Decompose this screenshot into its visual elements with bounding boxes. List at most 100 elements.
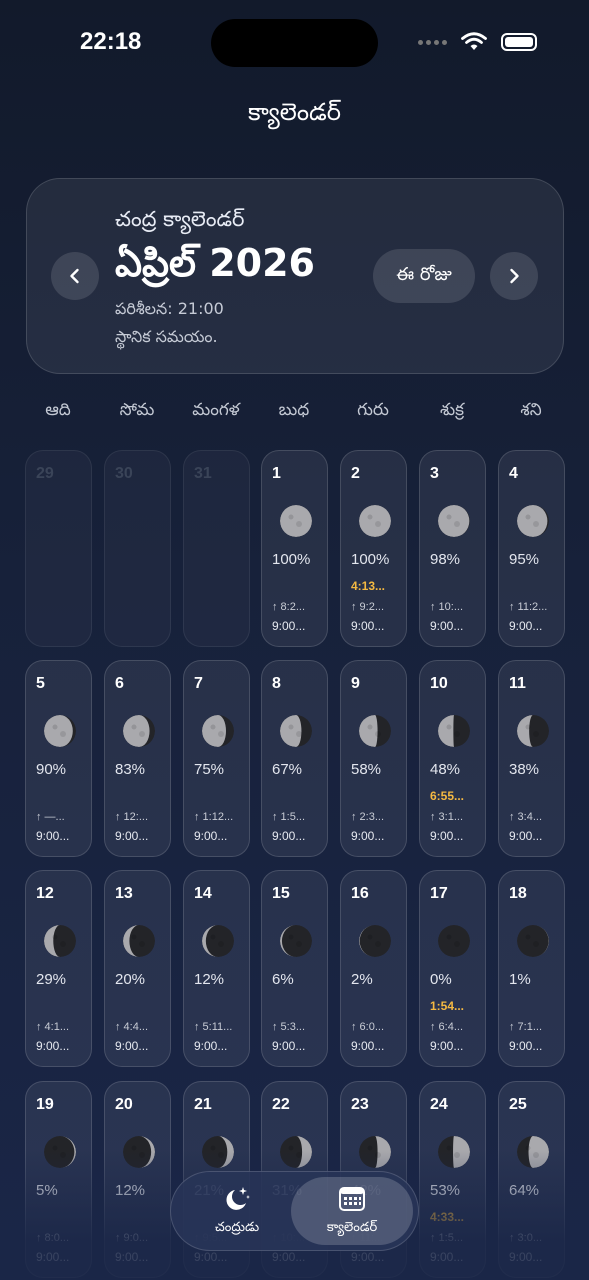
tab-label: చంద్రుడు (214, 1220, 260, 1235)
day-cell[interactable]: 19 5% ↑ 8:0... 9:00... (25, 1081, 92, 1278)
illumination-percent: 38% (509, 761, 540, 778)
phase-event-time: 6:55... (430, 789, 465, 803)
day-number: 6 (115, 675, 124, 692)
moon-phase-icon (359, 715, 391, 747)
moon-phase-icon (517, 1136, 549, 1168)
day-cell[interactable]: 24 53% 4:33... ↑ 1:5... 9:00... (419, 1081, 486, 1278)
moonset-time: 9:00... (351, 1039, 385, 1053)
day-cell[interactable]: 14 12% ↑ 5:11... 9:00... (183, 870, 250, 1067)
moonrise-time: ↑ 5:3... (272, 1021, 306, 1033)
illumination-percent: 6% (272, 971, 294, 988)
day-cell[interactable]: 25 64% ↑ 3:0... 9:00... (498, 1081, 565, 1278)
day-number: 2 (351, 465, 360, 482)
day-cell[interactable]: 17 0% 1:54... ↑ 6:4... 9:00... (419, 870, 486, 1067)
day-cell[interactable]: 8 67% ↑ 1:5... 9:00... (261, 660, 328, 857)
illumination-percent: 20% (115, 971, 146, 988)
moon-phase-icon (517, 505, 549, 537)
moonset-time: 9:00... (430, 1250, 464, 1264)
moonset-time: 9:00... (351, 1250, 385, 1264)
moonrise-time: ↑ 8:0... (36, 1232, 70, 1244)
moon-phase-icon (202, 1136, 234, 1168)
day-cell[interactable]: 10 48% 6:55... ↑ 3:1... 9:00... (419, 660, 486, 857)
moonrise-time: ↑ 3:4... (509, 811, 543, 823)
day-cell[interactable]: 30 (104, 450, 171, 647)
moonset-time: 9:00... (509, 829, 543, 843)
moon-phase-icon (44, 1136, 76, 1168)
moon-stars-icon (226, 1187, 250, 1210)
tab-calendar[interactable]: క్యాలెండర్ (291, 1177, 413, 1245)
day-number: 21 (194, 1096, 212, 1113)
day-number: 24 (430, 1096, 448, 1113)
day-number: 25 (509, 1096, 527, 1113)
day-number: 1 (272, 465, 281, 482)
phase-event-time: 1:54... (430, 999, 465, 1013)
day-cell[interactable]: 6 83% ↑ 12:... 9:00... (104, 660, 171, 857)
day-cell[interactable]: 31 (183, 450, 250, 647)
moonrise-time: ↑ 9:0... (115, 1232, 149, 1244)
day-cell[interactable]: 18 1% ↑ 7:1... 9:00... (498, 870, 565, 1067)
moonrise-time: ↑ 1:5... (272, 811, 306, 823)
moonrise-time: ↑ 7:1... (509, 1021, 543, 1033)
day-cell[interactable]: 20 12% ↑ 9:0... 9:00... (104, 1081, 171, 1278)
day-number: 17 (430, 885, 448, 902)
moon-phase-icon (123, 715, 155, 747)
moon-phase-icon (517, 715, 549, 747)
moonset-time: 9:00... (272, 829, 306, 843)
moonset-time: 9:00... (36, 829, 70, 843)
day-cell[interactable]: 13 20% ↑ 4:4... 9:00... (104, 870, 171, 1067)
day-cell[interactable]: 9 58% ↑ 2:3... 9:00... (340, 660, 407, 857)
moonset-time: 9:00... (115, 1039, 149, 1053)
moon-phase-icon (438, 505, 470, 537)
day-cell[interactable]: 2 100% 4:13... ↑ 9:2... 9:00... (340, 450, 407, 647)
illumination-percent: 75% (194, 761, 225, 778)
moonset-time: 9:00... (430, 829, 464, 843)
moonrise-time: ↑ 11:2... (509, 601, 548, 613)
day-cell[interactable]: 1 100% ↑ 8:2... 9:00... (261, 450, 328, 647)
moonrise-time: ↑ 4:4... (115, 1021, 149, 1033)
moonset-time: 9:00... (272, 619, 306, 633)
tab-label: క్యాలెండర్ (326, 1220, 378, 1235)
day-number: 11 (509, 675, 526, 692)
day-number: 14 (194, 885, 212, 902)
moonset-time: 9:00... (430, 619, 464, 633)
moonrise-time: ↑ 5:11... (194, 1021, 233, 1033)
moon-phase-icon (123, 925, 155, 957)
tab-moon[interactable]: చంద్రుడు (176, 1177, 298, 1245)
phase-event-time: 4:13... (351, 579, 386, 593)
day-cell[interactable]: 12 29% ↑ 4:1... 9:00... (25, 870, 92, 1067)
day-number: 10 (430, 675, 448, 692)
day-cell[interactable]: 3 98% ↑ 10:... 9:00... (419, 450, 486, 647)
moonset-time: 9:00... (272, 1250, 306, 1264)
moonrise-time: ↑ 2:3... (351, 811, 385, 823)
moon-phase-icon (517, 925, 549, 957)
day-cell[interactable]: 4 95% ↑ 11:2... 9:00... (498, 450, 565, 647)
illumination-percent: 29% (36, 971, 67, 988)
day-number: 3 (430, 465, 439, 482)
day-number: 31 (194, 465, 212, 482)
moonset-time: 9:00... (351, 619, 385, 633)
calendar-icon (339, 1187, 365, 1211)
day-cell[interactable]: 15 6% ↑ 5:3... 9:00... (261, 870, 328, 1067)
illumination-percent: 100% (272, 551, 311, 568)
day-cell[interactable]: 11 38% ↑ 3:4... 9:00... (498, 660, 565, 857)
day-number: 7 (194, 675, 203, 692)
moon-phase-icon (359, 505, 391, 537)
day-cell[interactable]: 5 90% ↑ —... 9:00... (25, 660, 92, 857)
day-cell[interactable]: 7 75% ↑ 1:12... 9:00... (183, 660, 250, 857)
moonrise-time: ↑ 4:1... (36, 1021, 70, 1033)
moonrise-time: ↑ 9:2... (351, 601, 385, 613)
day-number: 18 (509, 885, 527, 902)
moonrise-time: ↑ 1:12... (194, 811, 234, 823)
moonset-time: 9:00... (194, 829, 228, 843)
moonset-time: 9:00... (36, 1039, 70, 1053)
moon-phase-icon (44, 925, 76, 957)
moon-phase-icon (44, 715, 76, 747)
moonset-time: 9:00... (194, 1250, 228, 1264)
day-number: 20 (115, 1096, 133, 1113)
moonrise-time: ↑ 12:... (115, 811, 149, 823)
day-cell[interactable]: 29 (25, 450, 92, 647)
moon-phase-icon (280, 1136, 312, 1168)
moonrise-time: ↑ 8:2... (272, 601, 306, 613)
day-cell[interactable]: 16 2% ↑ 6:0... 9:00... (340, 870, 407, 1067)
day-number: 19 (36, 1096, 54, 1113)
